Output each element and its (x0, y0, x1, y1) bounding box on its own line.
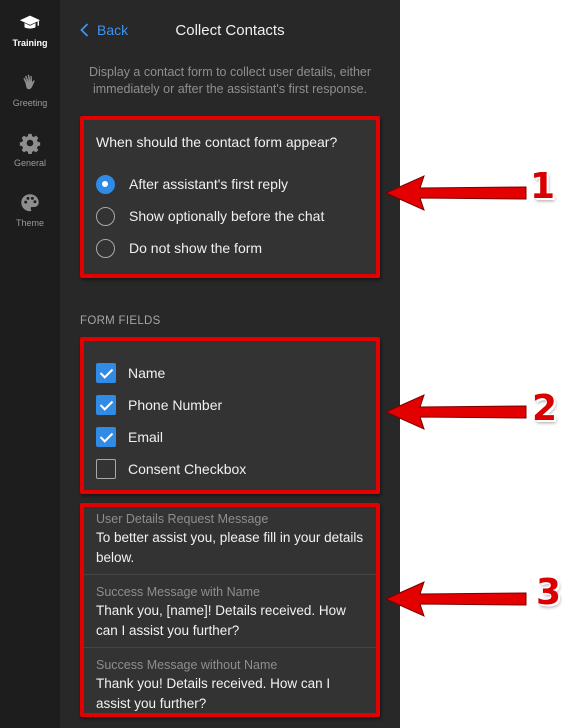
page-description: Display a contact form to collect user d… (88, 65, 372, 96)
highlight-box-2 (80, 337, 380, 494)
gear-icon (19, 133, 41, 154)
annotation-number-1: 1 (530, 166, 556, 207)
annotation-number-2: 2 (532, 388, 558, 429)
highlight-box-1 (80, 116, 380, 278)
sidebar-item-general[interactable]: General (0, 132, 60, 188)
sidebar-item-label: Theme (15, 218, 44, 228)
app-root: Training Greeting General Theme Back Col… (0, 0, 588, 728)
annotation-arrow-3 (384, 581, 527, 617)
sidebar-rail: Training Greeting General Theme (0, 0, 60, 728)
sidebar-item-greeting[interactable]: Greeting (0, 72, 60, 128)
graduation-cap-icon (19, 15, 41, 29)
palette-icon (21, 194, 39, 212)
sidebar-item-label: Greeting (12, 98, 48, 108)
sidebar-item-theme[interactable]: Theme (0, 192, 60, 248)
panel-header: Back Collect Contacts (60, 0, 400, 62)
sidebar-item-label: Training (12, 38, 48, 48)
sidebar-item-label: General (13, 158, 47, 168)
annotation-number-3: 3 (536, 572, 562, 613)
waving-hand-icon (23, 74, 35, 90)
annotation-arrow-2 (384, 394, 527, 430)
form-fields-heading: FORM FIELDS (80, 315, 161, 327)
page-title: Collect Contacts (175, 22, 285, 39)
sidebar-item-training[interactable]: Training (0, 12, 60, 68)
highlight-box-3 (80, 503, 380, 717)
annotation-arrow-1 (384, 175, 527, 211)
